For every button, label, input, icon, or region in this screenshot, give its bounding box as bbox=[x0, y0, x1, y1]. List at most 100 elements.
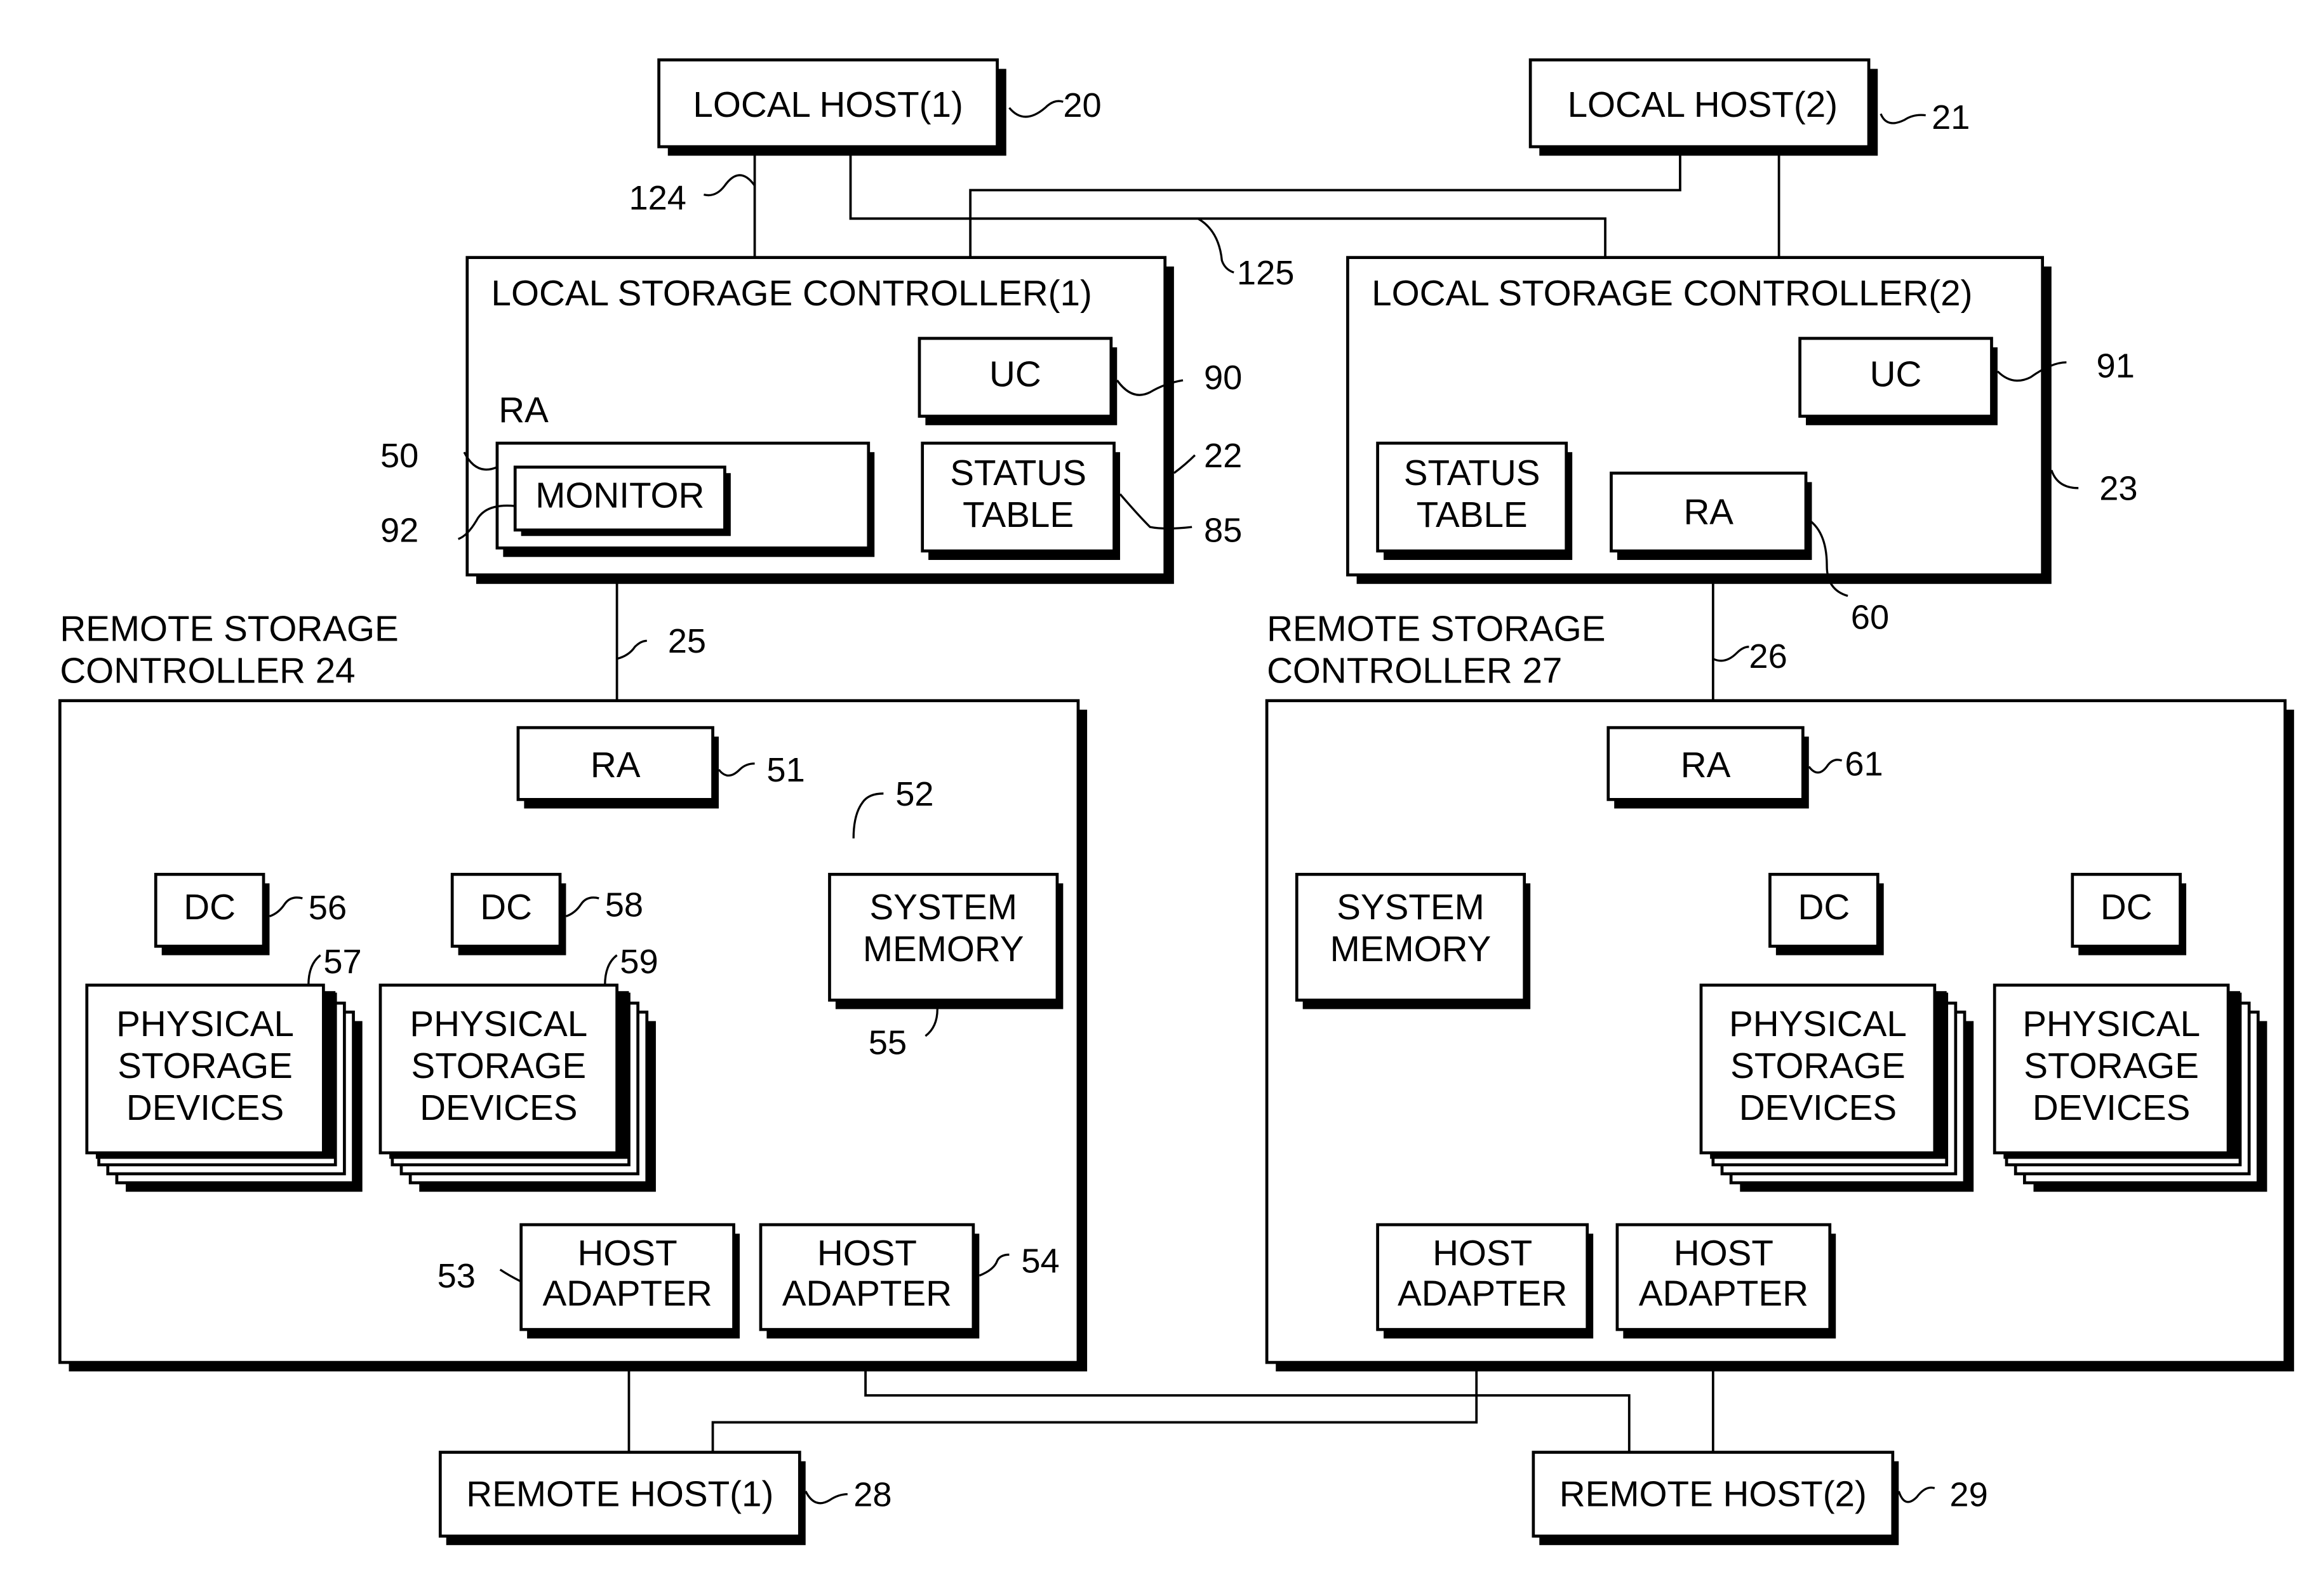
lsc1-ra[interactable]: MONITOR bbox=[495, 441, 875, 557]
ref-124: 124 bbox=[629, 179, 686, 217]
svg-text:STORAGE: STORAGE bbox=[411, 1046, 586, 1086]
svg-text:MEMORY: MEMORY bbox=[1330, 929, 1492, 969]
link-lh2-lsc1 bbox=[969, 152, 1681, 258]
ref-23: 23 bbox=[2099, 470, 2137, 508]
ref-57: 57 bbox=[323, 943, 361, 981]
rsc27-system-memory[interactable]: SYSTEM MEMORY bbox=[1295, 872, 1531, 1009]
ref-56: 56 bbox=[309, 889, 347, 927]
ref-58: 58 bbox=[605, 886, 643, 924]
ref-53: 53 bbox=[437, 1257, 476, 1295]
rsc24-system-memory[interactable]: SYSTEM MEMORY bbox=[828, 872, 1064, 1009]
svg-text:PHYSICAL: PHYSICAL bbox=[2022, 1004, 2200, 1044]
local-host-2[interactable]: LOCAL HOST(2) bbox=[1528, 58, 1878, 156]
rsc27-host-adapter-b[interactable]: HOST ADAPTER bbox=[1615, 1223, 1836, 1339]
ref-125: 125 bbox=[1237, 254, 1294, 292]
lsc2-uc[interactable]: UC bbox=[1798, 336, 1998, 425]
lsc2-ra[interactable]: RA bbox=[1610, 471, 1812, 561]
svg-text:DC: DC bbox=[184, 887, 236, 927]
ref-26: 26 bbox=[1749, 637, 1787, 675]
ref-90: 90 bbox=[1204, 359, 1242, 397]
monitor[interactable]: MONITOR bbox=[513, 465, 731, 536]
rsc24-physical-storage-b[interactable]: PHYSICAL STORAGE DEVICES bbox=[378, 983, 656, 1192]
rsc24-physical-storage-a[interactable]: PHYSICAL STORAGE DEVICES bbox=[85, 983, 363, 1192]
rsc27-dc-b[interactable]: DC bbox=[2071, 872, 2187, 955]
remote-storage-controller-27[interactable]: RA SYSTEM MEMORY DC DC PHYSICAL STORAGE … bbox=[1265, 699, 2294, 1372]
svg-text:HOST: HOST bbox=[817, 1233, 917, 1273]
svg-text:ADAPTER: ADAPTER bbox=[542, 1273, 712, 1313]
svg-text:PHYSICAL: PHYSICAL bbox=[410, 1004, 587, 1044]
svg-text:PHYSICAL: PHYSICAL bbox=[116, 1004, 294, 1044]
svg-text:HOST: HOST bbox=[1432, 1233, 1532, 1273]
svg-text:UC: UC bbox=[989, 354, 1041, 394]
local-host-1[interactable]: LOCAL HOST(1) bbox=[657, 58, 1006, 156]
lsc2-title: LOCAL STORAGE CONTROLLER(2) bbox=[1372, 273, 1972, 313]
rsc27-title-line1: REMOTE STORAGE bbox=[1267, 608, 1605, 648]
svg-text:DC: DC bbox=[480, 887, 532, 927]
svg-text:MEMORY: MEMORY bbox=[863, 929, 1024, 969]
ref-52: 52 bbox=[895, 775, 933, 813]
svg-text:DEVICES: DEVICES bbox=[126, 1087, 284, 1127]
ref-50: 50 bbox=[380, 437, 418, 475]
rsc24-host-adapter-a[interactable]: HOST ADAPTER bbox=[519, 1223, 740, 1339]
local-host-1-label: LOCAL HOST(1) bbox=[693, 84, 963, 124]
ref-22: 22 bbox=[1204, 437, 1242, 475]
ref-51: 51 bbox=[766, 751, 805, 789]
svg-text:HOST: HOST bbox=[1674, 1233, 1773, 1273]
svg-text:PHYSICAL: PHYSICAL bbox=[1729, 1004, 1907, 1044]
svg-text:ADAPTER: ADAPTER bbox=[1398, 1273, 1567, 1313]
ref-61: 61 bbox=[1845, 745, 1883, 783]
ref-91: 91 bbox=[2097, 347, 2135, 385]
ref-60: 60 bbox=[1851, 599, 1889, 637]
ref-21: 21 bbox=[1932, 98, 1970, 136]
local-host-2-label: LOCAL HOST(2) bbox=[1568, 84, 1838, 124]
ref-54: 54 bbox=[1021, 1242, 1059, 1280]
lsc2-status-table[interactable]: STATUS TABLE bbox=[1376, 441, 1573, 561]
svg-text:RA: RA bbox=[1683, 491, 1733, 531]
svg-text:DEVICES: DEVICES bbox=[1739, 1087, 1897, 1127]
svg-text:STORAGE: STORAGE bbox=[117, 1046, 293, 1086]
ref-85: 85 bbox=[1204, 512, 1242, 550]
lsc1-uc[interactable]: UC bbox=[918, 336, 1118, 425]
rsc27-physical-storage-a[interactable]: PHYSICAL STORAGE DEVICES bbox=[1699, 983, 1974, 1192]
ref-20: 20 bbox=[1063, 86, 1101, 124]
svg-text:SYSTEM: SYSTEM bbox=[1337, 887, 1485, 927]
svg-text:ADAPTER: ADAPTER bbox=[782, 1273, 952, 1313]
remote-host-2[interactable]: REMOTE HOST(2) bbox=[1532, 1451, 1899, 1545]
lsc1-status-table[interactable]: STATUS TABLE bbox=[921, 441, 1120, 561]
local-storage-controller-2[interactable]: LOCAL STORAGE CONTROLLER(2) UC STATUS TA… bbox=[1346, 256, 2052, 584]
svg-text:TABLE: TABLE bbox=[963, 495, 1074, 535]
rsc27-physical-storage-b[interactable]: PHYSICAL STORAGE DEVICES bbox=[1993, 983, 2267, 1192]
rsc27-title-line2: CONTROLLER 27 bbox=[1267, 650, 1562, 690]
storage-system-diagram: LOCAL HOST(1) 20 LOCAL HOST(2) 21 124 12… bbox=[58, 58, 2294, 1545]
rsc24-title-line2: CONTROLLER 24 bbox=[60, 650, 355, 690]
rsc27-dc-a[interactable]: DC bbox=[1768, 872, 1884, 955]
rsc24-host-adapter-b[interactable]: HOST ADAPTER bbox=[759, 1223, 980, 1339]
rsc24-dc-b[interactable]: DC bbox=[450, 872, 566, 955]
ref-28: 28 bbox=[853, 1475, 892, 1513]
ref-55: 55 bbox=[869, 1023, 907, 1061]
svg-text:STATUS: STATUS bbox=[1404, 453, 1540, 493]
svg-text:STORAGE: STORAGE bbox=[1730, 1046, 1906, 1086]
svg-text:DC: DC bbox=[1798, 887, 1850, 927]
rsc27-host-adapter-a[interactable]: HOST ADAPTER bbox=[1376, 1223, 1594, 1339]
ref-25: 25 bbox=[668, 622, 706, 660]
remote-host-1-label: REMOTE HOST(1) bbox=[466, 1473, 773, 1513]
svg-text:RA: RA bbox=[1681, 745, 1731, 785]
svg-text:TABLE: TABLE bbox=[1417, 495, 1528, 535]
svg-text:MONITOR: MONITOR bbox=[535, 475, 704, 515]
svg-text:DC: DC bbox=[2100, 887, 2153, 927]
svg-text:DEVICES: DEVICES bbox=[2033, 1087, 2190, 1127]
rsc24-ra[interactable]: RA bbox=[516, 726, 719, 809]
rsc24-title-line1: REMOTE STORAGE bbox=[60, 608, 398, 648]
local-storage-controller-1[interactable]: LOCAL STORAGE CONTROLLER(1) UC RA MONITO… bbox=[465, 256, 1174, 584]
lsc1-ra-caption: RA bbox=[498, 390, 549, 430]
svg-text:STORAGE: STORAGE bbox=[2024, 1046, 2199, 1086]
rsc27-ra[interactable]: RA bbox=[1606, 726, 1809, 809]
remote-host-1[interactable]: REMOTE HOST(1) bbox=[438, 1451, 806, 1545]
rsc24-dc-a[interactable]: DC bbox=[154, 872, 270, 955]
remote-host-2-label: REMOTE HOST(2) bbox=[1559, 1473, 1867, 1513]
svg-text:DEVICES: DEVICES bbox=[420, 1087, 577, 1127]
svg-text:ADAPTER: ADAPTER bbox=[1639, 1273, 1808, 1313]
svg-text:RA: RA bbox=[591, 745, 641, 785]
lsc1-title: LOCAL STORAGE CONTROLLER(1) bbox=[491, 273, 1092, 313]
